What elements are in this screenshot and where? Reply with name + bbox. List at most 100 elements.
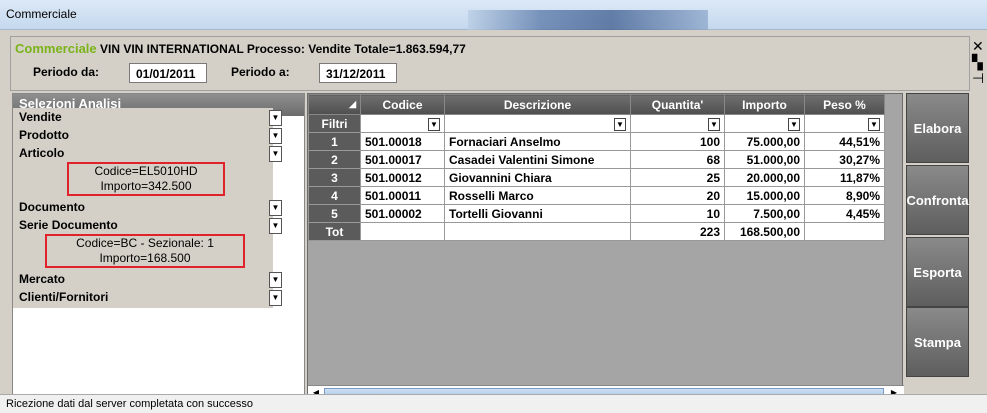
chevron-down-icon[interactable]: ▼	[269, 290, 282, 306]
filter-quantita[interactable]: ▼	[630, 114, 725, 133]
selection-panel: Selezioni Analisi Vendite ▼ Prodotto ▼ A…	[12, 93, 305, 400]
chevron-down-icon[interactable]: ▼	[788, 118, 800, 131]
item-articolo[interactable]: Articolo	[19, 146, 64, 160]
cell-quantita[interactable]: 100	[630, 132, 725, 151]
row-number: 2	[308, 150, 361, 169]
action-buttons: Elabora Confronta Esporta Stampa	[906, 93, 969, 377]
filter-peso[interactable]: ▼	[804, 114, 885, 133]
cell-codice[interactable]: 501.00011	[360, 186, 445, 205]
total-row: Tot 223 168.500,00	[308, 222, 885, 241]
chevron-down-icon[interactable]: ▼	[708, 118, 720, 131]
cell-descrizione[interactable]: Casadei Valentini Simone	[444, 150, 631, 169]
table-row[interactable]: 4 501.00011 Rosselli Marco 20 15.000,00 …	[308, 186, 885, 205]
chevron-down-icon[interactable]: ▼	[269, 128, 282, 144]
total-label: Tot	[308, 222, 361, 241]
cell-descrizione[interactable]: Rosselli Marco	[444, 186, 631, 205]
item-clienti-fornitori[interactable]: Clienti/Fornitori	[19, 290, 108, 304]
item-prodotto[interactable]: Prodotto	[19, 128, 69, 142]
filter-importo[interactable]: ▼	[724, 114, 805, 133]
selection-articolo-box: Codice=EL5010HD Importo=342.500	[67, 162, 225, 196]
selection-serie-importo: Importo=168.500	[99, 251, 191, 265]
cell-codice[interactable]: 501.00017	[360, 150, 445, 169]
window-title: Commerciale	[6, 7, 77, 21]
brand-label: Commerciale	[15, 41, 97, 56]
row-number: 4	[308, 186, 361, 205]
col-importo[interactable]: Importo	[724, 94, 805, 115]
cell-importo[interactable]: 20.000,00	[724, 168, 805, 187]
header-panel: Commerciale VIN VIN INTERNATIONAL Proces…	[10, 36, 970, 91]
header-info-line: Commerciale VIN VIN INTERNATIONAL Proces…	[15, 41, 466, 56]
col-descrizione[interactable]: Descrizione	[444, 94, 631, 115]
col-quantita[interactable]: Quantita'	[630, 94, 725, 115]
cell-codice[interactable]: 501.00002	[360, 204, 445, 223]
filter-label: Filtri	[308, 114, 361, 133]
filter-descrizione[interactable]: ▼	[444, 114, 631, 133]
cell-descrizione[interactable]: Tortelli Giovanni	[444, 204, 631, 223]
total-peso	[804, 222, 885, 241]
total-importo: 168.500,00	[724, 222, 805, 241]
cell-peso[interactable]: 4,45%	[804, 204, 885, 223]
col-codice[interactable]: Codice	[360, 94, 445, 115]
chevron-down-icon[interactable]: ▼	[269, 110, 282, 126]
cell-codice[interactable]: 501.00018	[360, 132, 445, 151]
cell-importo[interactable]: 7.500,00	[724, 204, 805, 223]
chevron-down-icon[interactable]: ▼	[269, 218, 282, 234]
table-row[interactable]: 1 501.00018 Fornaciari Anselmo 100 75.00…	[308, 132, 885, 151]
cell-descrizione[interactable]: Giovannini Chiara	[444, 168, 631, 187]
item-documento[interactable]: Documento	[19, 200, 85, 214]
periodo-da-field[interactable]: 01/01/2011	[129, 63, 207, 83]
cell-importo[interactable]: 51.000,00	[724, 150, 805, 169]
cell-peso[interactable]: 30,27%	[804, 150, 885, 169]
pin-icon[interactable]: ⊣	[972, 70, 984, 86]
cell-importo[interactable]: 15.000,00	[724, 186, 805, 205]
chevron-down-icon[interactable]: ▼	[428, 118, 440, 131]
table-row[interactable]: 2 501.00017 Casadei Valentini Simone 68 …	[308, 150, 885, 169]
selection-list: Vendite ▼ Prodotto ▼ Articolo ▼ Codice=E…	[13, 108, 282, 308]
row-number: 5	[308, 204, 361, 223]
item-mercato[interactable]: Mercato	[19, 272, 65, 286]
cell-peso[interactable]: 8,90%	[804, 186, 885, 205]
cell-peso[interactable]: 44,51%	[804, 132, 885, 151]
chevron-down-icon[interactable]: ▼	[614, 118, 626, 131]
esporta-button[interactable]: Esporta	[906, 237, 969, 307]
table-row[interactable]: 5 501.00002 Tortelli Giovanni 10 7.500,0…	[308, 204, 885, 223]
periodo-da-label: Periodo da:	[33, 65, 100, 79]
corner-cell[interactable]: ◢	[308, 94, 361, 115]
cell-importo[interactable]: 75.000,00	[724, 132, 805, 151]
confronta-button[interactable]: Confronta	[906, 165, 969, 235]
right-toolbar: ✕ ▚ ⊣	[972, 38, 984, 86]
status-bar: Ricezione dati dal server completata con…	[0, 394, 987, 413]
total-quantita: 223	[630, 222, 725, 241]
chevron-down-icon[interactable]: ▼	[269, 200, 282, 216]
table-row[interactable]: 3 501.00012 Giovannini Chiara 25 20.000,…	[308, 168, 885, 187]
item-vendite[interactable]: Vendite	[19, 110, 62, 124]
item-serie-documento[interactable]: Serie Documento	[19, 218, 118, 232]
stampa-button[interactable]: Stampa	[906, 307, 969, 377]
row-number: 1	[308, 132, 361, 151]
titlebar-decoration	[468, 10, 708, 30]
cell-quantita[interactable]: 20	[630, 186, 725, 205]
chevron-down-icon[interactable]: ▼	[868, 118, 880, 131]
chevron-down-icon[interactable]: ▼	[269, 272, 282, 288]
elabora-button[interactable]: Elabora	[906, 93, 969, 163]
total-codice	[360, 222, 445, 241]
selection-articolo-importo: Importo=342.500	[100, 179, 192, 193]
cell-quantita[interactable]: 25	[630, 168, 725, 187]
header-info: VIN VIN INTERNATIONAL Processo: Vendite …	[100, 42, 466, 56]
filter-codice[interactable]: ▼	[360, 114, 445, 133]
tile-icon[interactable]: ▚	[972, 54, 984, 70]
data-grid: ◢ Codice Descrizione Quantita' Importo P…	[307, 93, 904, 400]
col-peso[interactable]: Peso %	[804, 94, 885, 115]
filter-row: Filtri ▼ ▼ ▼ ▼ ▼	[308, 114, 885, 133]
periodo-a-field[interactable]: 31/12/2011	[319, 63, 397, 83]
cell-quantita[interactable]: 68	[630, 150, 725, 169]
periodo-a-label: Periodo a:	[231, 65, 290, 79]
cell-codice[interactable]: 501.00012	[360, 168, 445, 187]
selection-serie-codice: Codice=BC - Sezionale: 1	[76, 236, 214, 250]
close-icon[interactable]: ✕	[972, 38, 984, 54]
chevron-down-icon[interactable]: ▼	[269, 146, 282, 162]
cell-peso[interactable]: 11,87%	[804, 168, 885, 187]
cell-descrizione[interactable]: Fornaciari Anselmo	[444, 132, 631, 151]
cell-quantita[interactable]: 10	[630, 204, 725, 223]
results-table: ◢ Codice Descrizione Quantita' Importo P…	[308, 94, 885, 241]
